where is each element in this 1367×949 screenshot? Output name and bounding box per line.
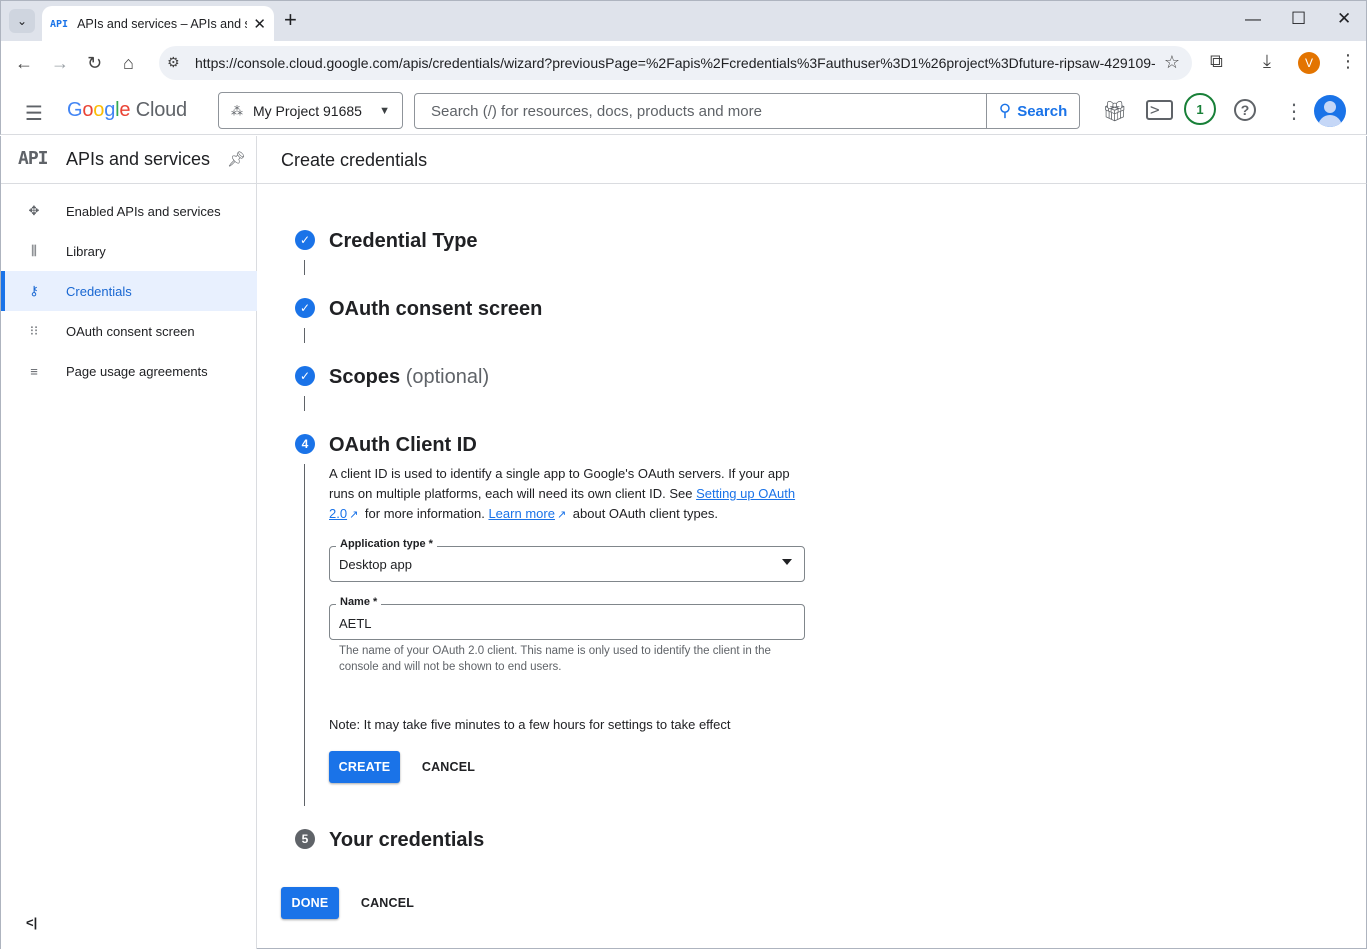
back-icon[interactable]: ←: [15, 53, 33, 74]
step-connector: [304, 328, 305, 343]
dropdown-caret-icon: [782, 559, 792, 565]
address-bar[interactable]: ⚙ https://console.cloud.google.com/apis/…: [159, 46, 1192, 80]
browser-tab[interactable]: API APIs and services – APIs and service…: [42, 6, 274, 42]
sidebar-item-library[interactable]: ⫼ Library: [1, 231, 257, 271]
new-tab-icon[interactable]: +: [284, 9, 297, 31]
sidebar-item-label: OAuth consent screen: [66, 323, 195, 339]
site-info-icon[interactable]: ⚙: [167, 54, 180, 71]
cancel-wizard-button[interactable]: CANCEL: [353, 887, 422, 919]
step-optional-label: (optional): [405, 366, 490, 388]
notifications-badge[interactable]: 1: [1184, 93, 1216, 125]
sidebar: API APIs and services 📌︎ ✥ Enabled APIs …: [0, 136, 257, 949]
sidebar-item-label: Library: [66, 243, 106, 259]
reload-icon[interactable]: ↻: [87, 53, 102, 74]
step-title-oauth-consent[interactable]: OAuth consent screen: [329, 298, 542, 321]
gift-icon[interactable]: 🎁︎: [1102, 99, 1127, 124]
settings-list-icon: ≡: [30, 363, 38, 379]
application-type-value: Desktop app: [339, 557, 412, 572]
sidebar-item-oauth-consent[interactable]: ⁝⁝ OAuth consent screen: [1, 311, 257, 351]
step-connector: [304, 396, 305, 411]
client-id-description: A client ID is used to identify a single…: [329, 466, 796, 521]
external-link-icon: ↗: [349, 509, 359, 521]
console-header: ☰ Google Cloud ⁂ My Project 91685 ▼ ⚲ Se…: [0, 87, 1367, 135]
cloud-shell-icon[interactable]: >_: [1146, 100, 1174, 120]
search-button-label: Search: [1017, 102, 1068, 120]
consent-icon: ⁝⁝: [29, 323, 39, 338]
tab-favicon: API: [50, 18, 69, 30]
sidebar-item-page-usage[interactable]: ≡ Page usage agreements: [1, 351, 257, 391]
search-bar: ⚲ Search: [414, 93, 1080, 129]
sidebar-item-label: Enabled APIs and services: [66, 203, 221, 219]
page-title: Create credentials: [281, 150, 428, 170]
library-icon: ⫼: [31, 243, 37, 258]
name-field[interactable]: Name *: [329, 596, 805, 640]
help-icon[interactable]: ?: [1234, 99, 1256, 121]
main-content: ✓ Credential Type ✓ OAuth consent screen…: [257, 184, 1367, 949]
extensions-icon[interactable]: ⧉: [1210, 51, 1223, 72]
more-options-icon[interactable]: ⋮: [1284, 99, 1304, 124]
external-link-icon: ↗: [556, 509, 567, 521]
minimize-icon[interactable]: —: [1245, 11, 1261, 29]
sidebar-item-enabled-apis[interactable]: ✥ Enabled APIs and services: [1, 191, 257, 231]
step-connector: [304, 464, 305, 806]
sidebar-title: APIs and services: [66, 149, 211, 169]
name-input[interactable]: [339, 612, 789, 634]
step-number-badge: 5: [295, 829, 315, 849]
caret-down-icon: ▼: [379, 104, 390, 117]
step-connector: [304, 260, 305, 275]
chevron-down-icon: ⌄: [16, 14, 28, 28]
step-title-oauth-client-id: OAuth Client ID: [329, 434, 477, 456]
sidebar-item-credentials[interactable]: ⚷ Credentials: [1, 271, 257, 311]
maximize-icon[interactable]: ☐: [1291, 9, 1306, 29]
search-icon: ⚲: [998, 101, 1012, 120]
name-label: Name *: [336, 596, 382, 608]
bookmark-star-icon[interactable]: ☆: [1164, 52, 1180, 73]
cancel-button[interactable]: CANCEL: [414, 751, 483, 783]
application-type-select[interactable]: Application type * Desktop app: [329, 538, 805, 582]
create-button[interactable]: CREATE: [329, 751, 400, 783]
tab-title: APIs and services – APIs and services: [77, 17, 247, 31]
step-title-scopes[interactable]: Scopes (optional): [329, 366, 489, 389]
pin-icon[interactable]: 📌︎: [227, 150, 246, 168]
step-number-badge: 4: [295, 434, 315, 454]
step-complete-check-icon: ✓: [295, 230, 315, 250]
search-input[interactable]: [415, 94, 987, 128]
step-complete-check-icon: ✓: [295, 366, 315, 386]
close-tab-icon[interactable]: ✕: [253, 15, 266, 33]
collapse-sidebar-icon[interactable]: <|: [26, 915, 37, 930]
browser-tab-bar: ⌄ API APIs and services – APIs and servi…: [0, 0, 1367, 42]
downloads-icon[interactable]: ⤓: [1263, 51, 1271, 72]
api-icon: API: [18, 148, 48, 169]
step-title-credential-type[interactable]: Credential Type: [329, 230, 478, 253]
settings-note: Note: It may take five minutes to a few …: [329, 717, 731, 732]
learn-more-link[interactable]: Learn more: [488, 506, 554, 521]
name-hint: The name of your OAuth 2.0 client. This …: [339, 645, 771, 673]
home-icon[interactable]: ⌂: [123, 53, 134, 74]
sidebar-header: API APIs and services 📌︎: [1, 136, 257, 184]
application-type-label: Application type *: [336, 538, 437, 550]
google-cloud-logo[interactable]: Google Cloud: [67, 99, 187, 122]
step-title-your-credentials: Your credentials: [329, 829, 485, 851]
sidebar-item-label: Credentials: [66, 283, 132, 299]
tab-search-button[interactable]: ⌄: [9, 9, 35, 33]
browser-toolbar: ← → ↻ ⌂ ⚙ https://console.cloud.google.c…: [0, 41, 1367, 87]
url-text[interactable]: https://console.cloud.google.com/apis/cr…: [195, 55, 1155, 71]
move-icon: ✥: [28, 203, 40, 218]
close-window-icon[interactable]: ✕: [1337, 9, 1351, 29]
main-menu-icon[interactable]: ☰: [25, 101, 43, 126]
project-picker[interactable]: ⁂ My Project 91685 ▼: [218, 92, 403, 129]
step-complete-check-icon: ✓: [295, 298, 315, 318]
page-header: Create credentials: [257, 136, 1367, 184]
project-name: My Project 91685: [253, 102, 362, 119]
account-avatar[interactable]: [1314, 95, 1346, 127]
forward-icon[interactable]: →: [51, 53, 69, 74]
sidebar-item-label: Page usage agreements: [66, 363, 208, 379]
browser-menu-icon[interactable]: ⋮: [1339, 51, 1357, 72]
done-button[interactable]: DONE: [281, 887, 339, 919]
profile-avatar[interactable]: V: [1298, 52, 1320, 74]
search-button[interactable]: ⚲ Search: [986, 94, 1079, 128]
key-icon: ⚷: [29, 283, 39, 298]
project-icon: ⁂: [231, 103, 243, 118]
